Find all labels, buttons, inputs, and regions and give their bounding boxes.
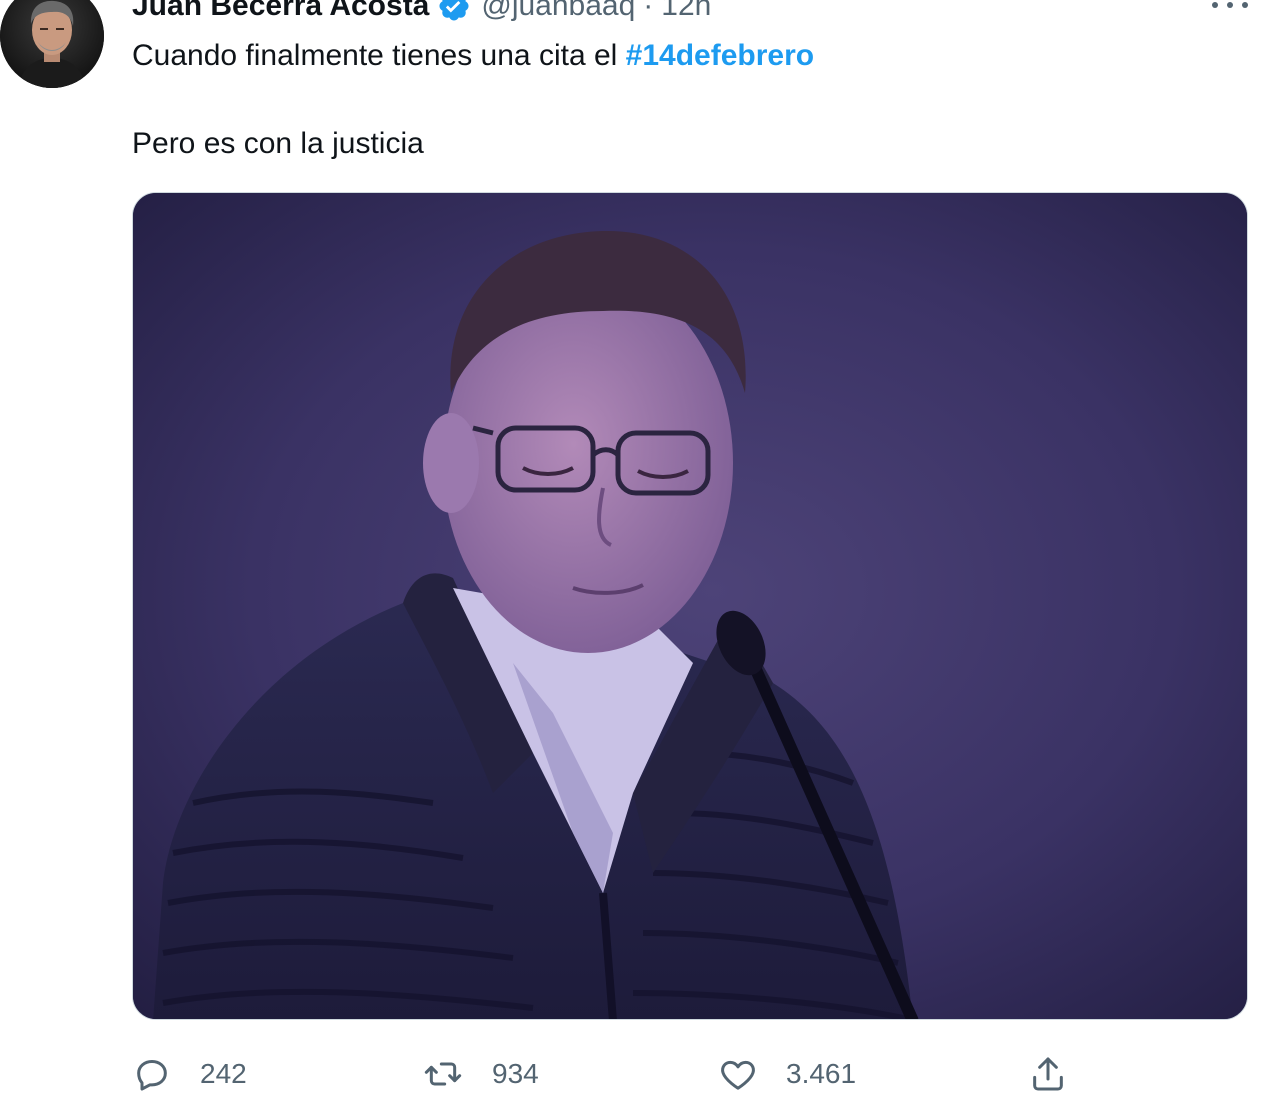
heart-icon — [718, 1054, 758, 1094]
avatar[interactable] — [0, 0, 104, 88]
hashtag-link[interactable]: #14defebrero — [626, 39, 814, 72]
tweet-action-bar: 242 934 3.461 — [132, 1048, 1248, 1100]
retweet-icon — [422, 1054, 464, 1094]
tweet-media-photo[interactable] — [132, 192, 1248, 1020]
tweet-text: Cuando finalmente tienes una cita el — [132, 39, 626, 72]
retweet-button[interactable]: 934 — [422, 1048, 539, 1100]
tweet-timestamp[interactable]: 12h — [661, 0, 711, 23]
share-button[interactable] — [1028, 1048, 1068, 1100]
tweet-text-line-1: Cuando finalmente tienes una cita el #14… — [132, 38, 814, 74]
tweet-text-line-2: Pero es con la justicia — [132, 126, 424, 162]
verified-badge-icon — [437, 0, 471, 23]
like-count: 3.461 — [786, 1058, 857, 1089]
profile-photo-icon — [0, 0, 104, 88]
like-button[interactable]: 3.461 — [718, 1048, 856, 1100]
more-options-icon[interactable] — [1210, 0, 1250, 20]
separator-dot: · — [643, 0, 654, 22]
author-handle[interactable]: @juanbaaq — [481, 0, 635, 23]
tweet-text: Pero es con la justicia — [132, 127, 424, 160]
reply-count: 242 — [200, 1058, 247, 1089]
share-icon — [1028, 1054, 1068, 1094]
tweet-header: Juan Becerra Acosta @juanbaaq · 12h — [132, 0, 711, 26]
reply-icon — [132, 1054, 172, 1094]
author-display-name[interactable]: Juan Becerra Acosta — [132, 0, 429, 23]
reply-button[interactable]: 242 — [132, 1048, 247, 1100]
retweet-count: 934 — [492, 1058, 539, 1089]
photo-icon — [133, 193, 1247, 1019]
